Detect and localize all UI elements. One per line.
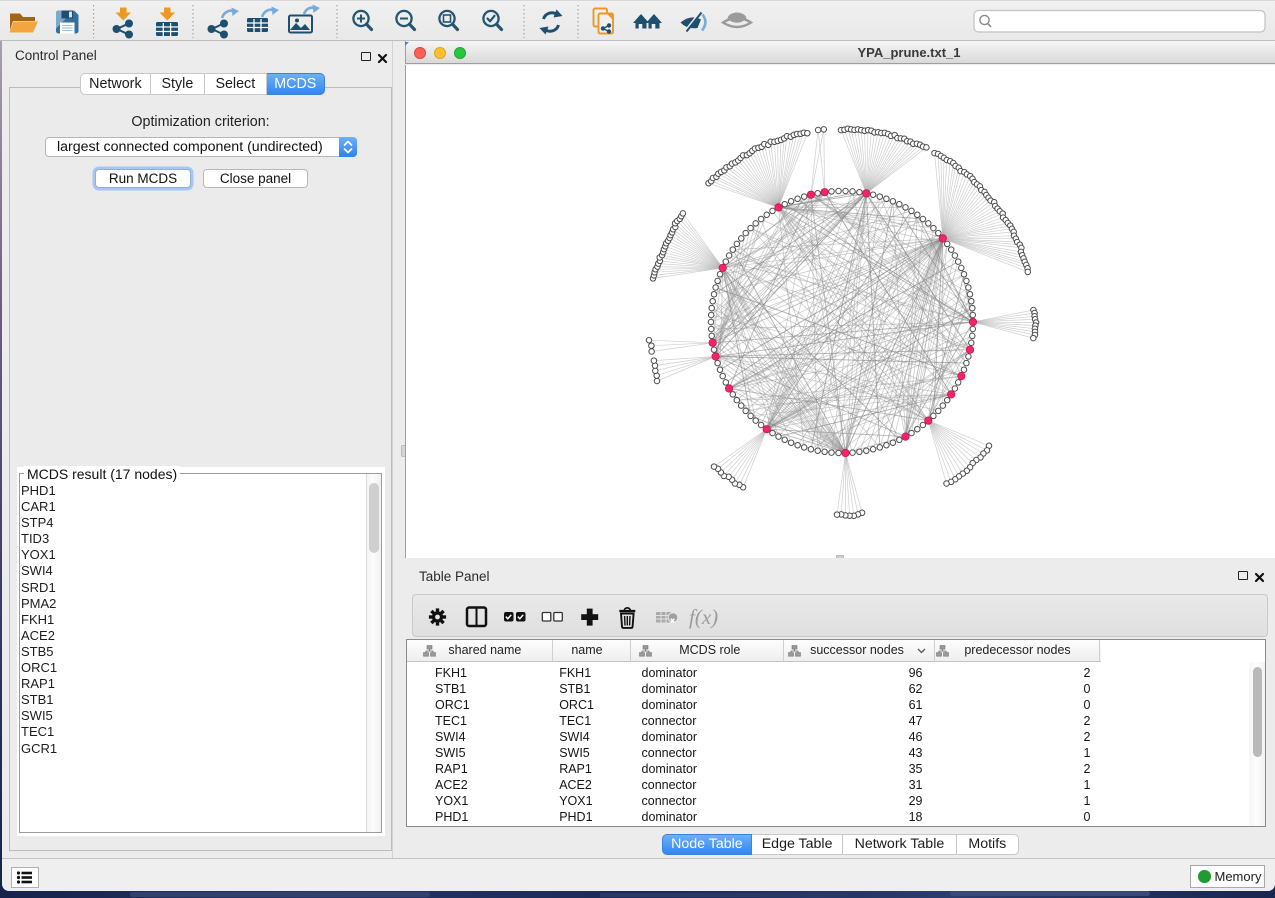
- svg-text:f(x): f(x): [689, 605, 718, 629]
